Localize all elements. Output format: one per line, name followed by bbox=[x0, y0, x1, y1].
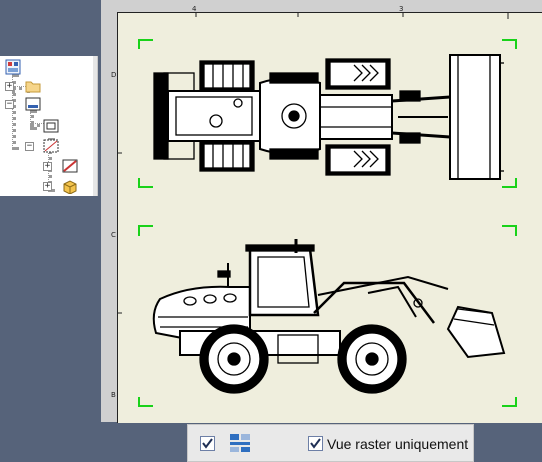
ruler-left-label: D bbox=[111, 71, 117, 79]
section-view-icon[interactable] bbox=[62, 158, 78, 174]
expand-toggle[interactable]: + bbox=[43, 162, 52, 171]
first-checkbox[interactable] bbox=[200, 436, 215, 451]
view-layout-icon[interactable] bbox=[229, 433, 251, 453]
folder-icon[interactable] bbox=[25, 78, 41, 94]
tree-line bbox=[30, 110, 34, 130]
ruler-left-label: C bbox=[111, 231, 116, 239]
raster-only-checkbox[interactable] bbox=[308, 436, 323, 451]
model-browser: + − − + + bbox=[0, 56, 98, 196]
collapse-toggle[interactable]: − bbox=[5, 100, 14, 109]
loader-top-view bbox=[153, 54, 504, 180]
ruler-top-label: 4 bbox=[192, 5, 197, 13]
view-icon[interactable] bbox=[43, 138, 59, 154]
collapse-toggle[interactable]: − bbox=[25, 142, 34, 151]
drawing-sheet: 4 3 D C B bbox=[111, 5, 542, 423]
drawing-graphics bbox=[118, 13, 517, 407]
expand-toggle[interactable]: + bbox=[5, 82, 14, 91]
drawing-canvas[interactable]: 4 3 D C B bbox=[101, 0, 542, 423]
ruler-left-label: B bbox=[111, 391, 116, 399]
raster-only-label[interactable]: Vue raster uniquement bbox=[327, 436, 468, 452]
drawing-icon[interactable] bbox=[5, 59, 21, 75]
border-icon[interactable] bbox=[43, 118, 59, 134]
view-options-bar: Vue raster uniquement bbox=[187, 424, 474, 462]
rear-wheel bbox=[199, 324, 269, 394]
ruler-top-label: 3 bbox=[399, 5, 404, 13]
expand-toggle[interactable]: + bbox=[43, 182, 52, 191]
front-wheel bbox=[337, 324, 407, 394]
browser-scrollbar[interactable] bbox=[93, 56, 97, 196]
loader-side-view bbox=[152, 239, 506, 394]
part-icon[interactable] bbox=[62, 178, 78, 195]
sheet-icon[interactable] bbox=[25, 96, 41, 112]
